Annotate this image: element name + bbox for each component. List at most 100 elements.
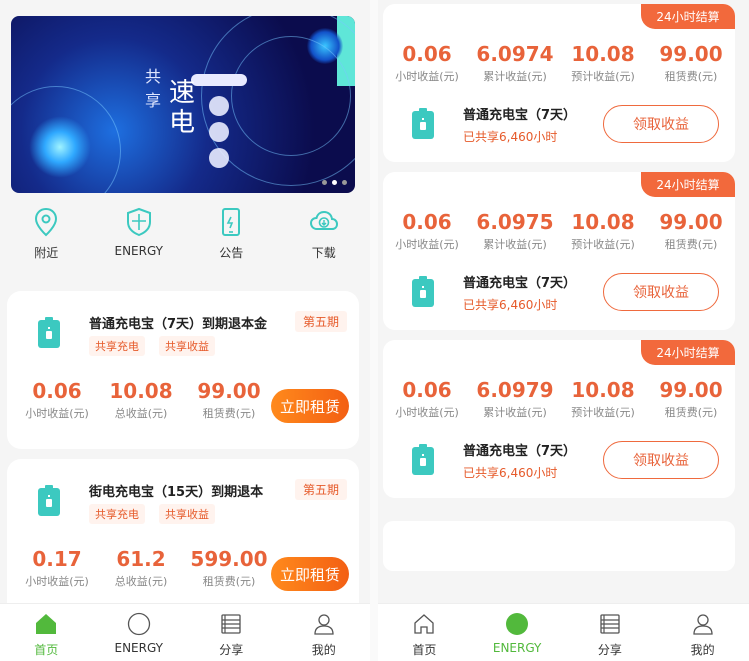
quicknav-label: 公告 [219, 246, 244, 260]
quicknav-label: ENERGY [114, 244, 163, 258]
quicknav-energy[interactable]: ENERGY [99, 206, 179, 276]
tab-label: ENERGY [492, 641, 542, 655]
product-name: 普通充电宝（7天）到期退本金 [89, 317, 268, 332]
stat-label: 小时收益(元) [25, 407, 89, 420]
earnings-stats: 0.06 小时收益(元) 6.0974 累计收益(元) 10.08 预计收益(元… [383, 42, 735, 84]
stat-label: 累计收益(元) [483, 238, 547, 251]
stat-label: 小时收益(元) [25, 575, 89, 588]
shared-hours: 已共享6,460小时 [463, 298, 558, 312]
banner-char: 速 [169, 78, 196, 108]
location-pin-icon [35, 207, 58, 237]
stat-value: 6.0979 [476, 378, 554, 402]
shared-hours: 已共享6,460小时 [463, 130, 558, 144]
settlement-ribbon: 24小时结算 [641, 340, 735, 365]
stat-value: 0.06 [402, 210, 452, 234]
stat-accumulated: 6.0979 累计收益(元) [473, 378, 557, 420]
screen-divider [370, 0, 378, 661]
bottom-tab-bar: 首页 ENERGY 分享 我的 [0, 603, 370, 661]
quicknav-download[interactable]: 下载 [284, 206, 364, 276]
quicknav-nearby[interactable]: 附近 [6, 206, 86, 276]
tab-label: 首页 [412, 643, 437, 657]
stat-accumulated: 6.0974 累计收益(元) [473, 42, 557, 84]
stat-expected: 10.08 预计收益(元) [561, 210, 645, 252]
product-card[interactable]: 普通充电宝（7天）到期退本金 第五期 共享充电 共享收益 0.06 小时收益(元… [7, 291, 359, 449]
stat-value: 6.0974 [476, 42, 554, 66]
quicknav-label: 附近 [34, 246, 59, 260]
product-name: 普通充电宝（7天） [463, 444, 577, 459]
stat-value: 99.00 [659, 378, 723, 402]
banner-char: 电 [169, 108, 196, 138]
tab-mine[interactable]: 我的 [279, 604, 369, 661]
stat-value: 10.08 [571, 378, 635, 402]
stat-label: 总收益(元) [114, 575, 168, 588]
stat-rent-fee: 599.00 租赁费(元) [183, 547, 275, 589]
tab-label: 首页 [34, 643, 59, 657]
stat-rent-fee: 99.00 租赁费(元) [649, 378, 733, 420]
stat-hourly: 0.06 小时收益(元) [385, 210, 469, 252]
product-tags: 共享充电 共享收益 [89, 336, 215, 356]
circle-icon [127, 612, 150, 636]
tab-energy[interactable]: ENERGY [94, 604, 184, 661]
stat-label: 预计收益(元) [571, 238, 635, 251]
stat-value: 0.06 [32, 379, 82, 403]
stat-value: 0.17 [32, 547, 82, 571]
stat-total: 61.2 总收益(元) [99, 547, 183, 589]
tab-home[interactable]: 首页 [379, 604, 469, 661]
quick-nav: 附近 ENERGY 公告 下载 [0, 206, 370, 276]
earnings-card[interactable]: 24小时结算 0.06 小时收益(元) 6.0974 累计收益(元) 10.08… [383, 4, 735, 162]
tab-share[interactable]: 分享 [186, 604, 276, 661]
stat-value: 10.08 [109, 379, 173, 403]
product-stats: 0.17 小时收益(元) 61.2 总收益(元) 599.00 租赁费(元) [15, 547, 275, 589]
earnings-card[interactable]: 24小时结算 0.06 小时收益(元) 6.0979 累计收益(元) 10.08… [383, 340, 735, 498]
user-icon [314, 614, 334, 635]
claim-earnings-button[interactable]: 领取收益 [603, 105, 719, 143]
claim-earnings-button[interactable]: 领取收益 [603, 441, 719, 479]
battery-icon [412, 444, 434, 475]
phone-notice-icon [222, 208, 241, 236]
quicknav-label: 下载 [311, 246, 336, 260]
promo-banner[interactable]: 共 享 速 电 [11, 16, 355, 193]
tab-label: 我的 [311, 643, 336, 657]
tab-mine[interactable]: 我的 [658, 604, 748, 661]
stat-label: 总收益(元) [114, 407, 168, 420]
shared-hours: 已共享6,460小时 [463, 466, 558, 480]
stat-hourly: 0.06 小时收益(元) [385, 378, 469, 420]
earnings-card[interactable]: 24小时结算 0.06 小时收益(元) 6.0975 累计收益(元) 10.08… [383, 172, 735, 330]
carousel-dot-active[interactable] [332, 180, 337, 185]
quicknav-notice[interactable]: 公告 [191, 206, 271, 276]
claim-earnings-button[interactable]: 领取收益 [603, 273, 719, 311]
home-screen: 共 享 速 电 附近 ENERGY 公告 下载 普通充电宝（7天）到期退本金 第… [0, 0, 370, 661]
stat-hourly: 0.06 小时收益(元) [385, 42, 469, 84]
carousel-dots[interactable] [322, 180, 347, 185]
rent-now-button[interactable]: 立即租赁 [271, 557, 349, 591]
tag: 共享充电 [89, 504, 145, 524]
period-badge: 第五期 [294, 311, 347, 332]
product-name: 普通充电宝（7天） [463, 108, 577, 123]
battery-icon [412, 108, 434, 139]
stat-expected: 10.08 预计收益(元) [561, 378, 645, 420]
carousel-dot[interactable] [342, 180, 347, 185]
banner-char: 共 [145, 67, 162, 86]
stat-value: 99.00 [659, 42, 723, 66]
tab-energy[interactable]: ENERGY [472, 604, 562, 661]
banner-ring [231, 36, 351, 156]
stat-value: 99.00 [659, 210, 723, 234]
stat-value: 6.0975 [476, 210, 554, 234]
list-icon [600, 614, 620, 634]
tag: 共享收益 [159, 336, 215, 356]
empty-card [383, 521, 735, 571]
carousel-dot[interactable] [322, 180, 327, 185]
stat-value: 10.08 [571, 42, 635, 66]
bottom-tab-bar: 首页 ENERGY 分享 我的 [378, 603, 749, 661]
tab-share[interactable]: 分享 [565, 604, 655, 661]
stat-label: 租赁费(元) [664, 238, 718, 251]
period-badge: 第五期 [294, 479, 347, 500]
product-card[interactable]: 街电充电宝（15天）到期退本 第五期 共享充电 共享收益 0.17 小时收益(元… [7, 459, 359, 617]
rent-now-button[interactable]: 立即租赁 [271, 389, 349, 423]
settlement-ribbon: 24小时结算 [641, 172, 735, 197]
earnings-stats: 0.06 小时收益(元) 6.0979 累计收益(元) 10.08 预计收益(元… [383, 378, 735, 420]
stat-label: 租赁费(元) [664, 70, 718, 83]
banner-bubble [209, 148, 229, 168]
tab-home[interactable]: 首页 [1, 604, 91, 661]
earnings-stats: 0.06 小时收益(元) 6.0975 累计收益(元) 10.08 预计收益(元… [383, 210, 735, 252]
